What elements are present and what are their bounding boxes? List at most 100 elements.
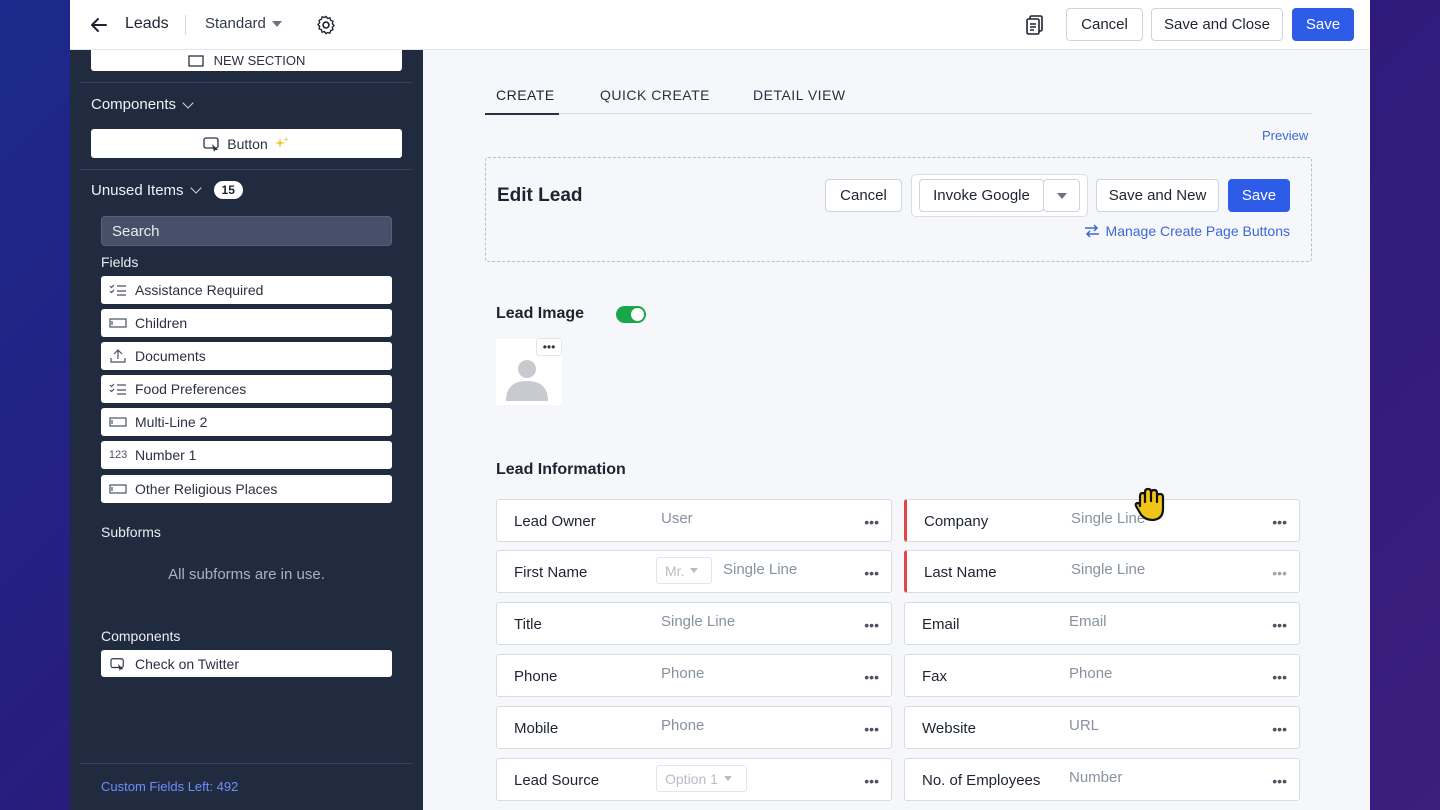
more-options-button[interactable]: •••: [864, 721, 879, 737]
manage-create-page-buttons-link[interactable]: Manage Create Page Buttons: [1084, 223, 1290, 239]
invoke-google-button[interactable]: Invoke Google: [919, 179, 1044, 212]
edit-cancel-button[interactable]: Cancel: [825, 179, 902, 212]
chevron-down-icon: [182, 96, 194, 109]
field-email[interactable]: Email Email •••: [904, 602, 1300, 645]
tab-quick-create[interactable]: QUICK CREATE: [600, 87, 710, 103]
divider: [80, 169, 413, 170]
more-options-button[interactable]: •••: [1272, 721, 1287, 737]
upload-icon: [110, 349, 126, 363]
gear-icon[interactable]: [315, 14, 337, 36]
layout-name: Standard: [205, 15, 266, 32]
components-heading[interactable]: Components: [91, 96, 194, 113]
cancel-button[interactable]: Cancel: [1066, 8, 1143, 41]
avatar-more-button[interactable]: •••: [536, 338, 562, 356]
unused-count-badge: 15: [213, 181, 243, 199]
subforms-note: All subforms are in use.: [168, 566, 325, 583]
salutation-select[interactable]: Mr.: [656, 557, 712, 584]
more-options-button[interactable]: •••: [1272, 514, 1287, 530]
field-mobile[interactable]: Mobile Phone •••: [496, 706, 892, 749]
field-item-other-religious-places[interactable]: Other Religious Places: [101, 475, 392, 503]
lead-image-toggle[interactable]: [616, 306, 646, 323]
button-component[interactable]: Button: [91, 129, 402, 158]
fields-label: Fields: [101, 254, 139, 270]
divider: [185, 15, 186, 35]
divider: [80, 82, 413, 83]
field-title[interactable]: Title Single Line •••: [496, 602, 892, 645]
field-item-documents[interactable]: Documents: [101, 342, 392, 370]
field-item-label: Multi-Line 2: [135, 414, 208, 430]
field-item-assistance-required[interactable]: Assistance Required: [101, 276, 392, 304]
save-and-close-button[interactable]: Save and Close: [1151, 8, 1283, 41]
field-type: Phone: [661, 665, 705, 682]
unused-items-heading[interactable]: Unused Items 15: [91, 181, 243, 199]
check-on-twitter-component[interactable]: Check on Twitter: [101, 650, 392, 677]
single-line-icon: [109, 417, 127, 427]
field-item-multi-line-2[interactable]: Multi-Line 2: [101, 408, 392, 436]
layout-dropdown[interactable]: Standard: [205, 15, 282, 32]
more-options-button[interactable]: •••: [864, 565, 879, 581]
field-label: Phone: [514, 668, 558, 685]
field-phone[interactable]: Phone Phone •••: [496, 654, 892, 697]
single-line-icon: [109, 484, 127, 494]
more-options-button[interactable]: •••: [864, 669, 879, 685]
field-type: Phone: [1069, 665, 1113, 682]
button-cursor-icon: [110, 657, 124, 671]
tab-detail-view[interactable]: DETAIL VIEW: [753, 87, 846, 103]
back-arrow-icon[interactable]: [88, 14, 110, 36]
field-item-label: Documents: [135, 348, 206, 364]
checklist-icon: [109, 284, 126, 296]
field-no-of-employees[interactable]: No. of Employees Number •••: [904, 758, 1300, 801]
new-section-label: NEW SECTION: [213, 53, 306, 68]
field-item-food-preferences[interactable]: Food Preferences: [101, 375, 392, 403]
new-section-button[interactable]: NEW SECTION: [91, 50, 402, 71]
field-type: Single Line: [723, 561, 798, 578]
save-and-new-button[interactable]: Save and New: [1096, 179, 1219, 212]
field-lead-source[interactable]: Lead Source Option 1 •••: [496, 758, 892, 801]
field-label: First Name: [514, 564, 588, 581]
caret-down-icon: [271, 20, 282, 27]
field-type: URL: [1069, 717, 1100, 734]
field-lead-owner[interactable]: Lead Owner User •••: [496, 499, 892, 542]
field-item-number-1[interactable]: 123 Number 1: [101, 441, 392, 469]
field-item-label: Other Religious Places: [135, 481, 278, 497]
field-item-label: Check on Twitter: [135, 655, 240, 672]
preview-link[interactable]: Preview: [1262, 128, 1308, 143]
more-options-button[interactable]: •••: [864, 514, 879, 530]
field-label: Mobile: [514, 720, 559, 737]
more-options-button[interactable]: •••: [864, 617, 879, 633]
save-button[interactable]: Save: [1292, 8, 1354, 41]
field-company[interactable]: Company Single Line •••: [904, 499, 1300, 542]
field-type: Single Line: [1071, 561, 1146, 578]
more-options-button[interactable]: •••: [1272, 617, 1287, 633]
invoke-google-dropdown[interactable]: [1043, 179, 1080, 212]
more-options-button[interactable]: •••: [1272, 669, 1287, 685]
salutation-value: Mr.: [665, 562, 685, 579]
search-input[interactable]: Search: [101, 216, 392, 246]
caret-down-icon: [690, 568, 699, 573]
more-options-button[interactable]: •••: [1272, 773, 1287, 789]
field-first-name[interactable]: First Name Mr. Single Line •••: [496, 550, 892, 593]
more-options-button[interactable]: •••: [864, 773, 879, 789]
field-label: Title: [514, 616, 542, 633]
hand-cursor-icon: [1134, 487, 1165, 522]
tab-create[interactable]: CREATE: [496, 87, 555, 103]
field-item-label: Food Preferences: [135, 381, 247, 397]
field-last-name[interactable]: Last Name Single Line •••: [904, 550, 1300, 593]
number-icon: 123: [108, 449, 128, 461]
lead-source-select[interactable]: Option 1: [656, 765, 747, 792]
module-title: Leads: [125, 15, 169, 32]
edit-page-buttons-box: Edit Lead Cancel Invoke Google Save and …: [485, 157, 1312, 262]
field-label: Last Name: [924, 564, 997, 581]
edit-save-button[interactable]: Save: [1228, 179, 1290, 212]
field-fax[interactable]: Fax Phone •••: [904, 654, 1300, 697]
button-cursor-icon: [203, 136, 219, 152]
document-icon[interactable]: [1025, 14, 1045, 36]
field-website[interactable]: Website URL •••: [904, 706, 1300, 749]
view-tabs: CREATE QUICK CREATE DETAIL VIEW: [485, 80, 1312, 115]
edit-title: Edit Lead: [497, 185, 583, 206]
field-type: User: [661, 510, 693, 527]
top-bar: Leads Standard Cancel Save and Close Sav…: [70, 0, 1370, 50]
manage-buttons-label: Manage Create Page Buttons: [1105, 223, 1290, 239]
field-item-children[interactable]: Children: [101, 309, 392, 337]
more-options-button[interactable]: •••: [1272, 565, 1287, 581]
